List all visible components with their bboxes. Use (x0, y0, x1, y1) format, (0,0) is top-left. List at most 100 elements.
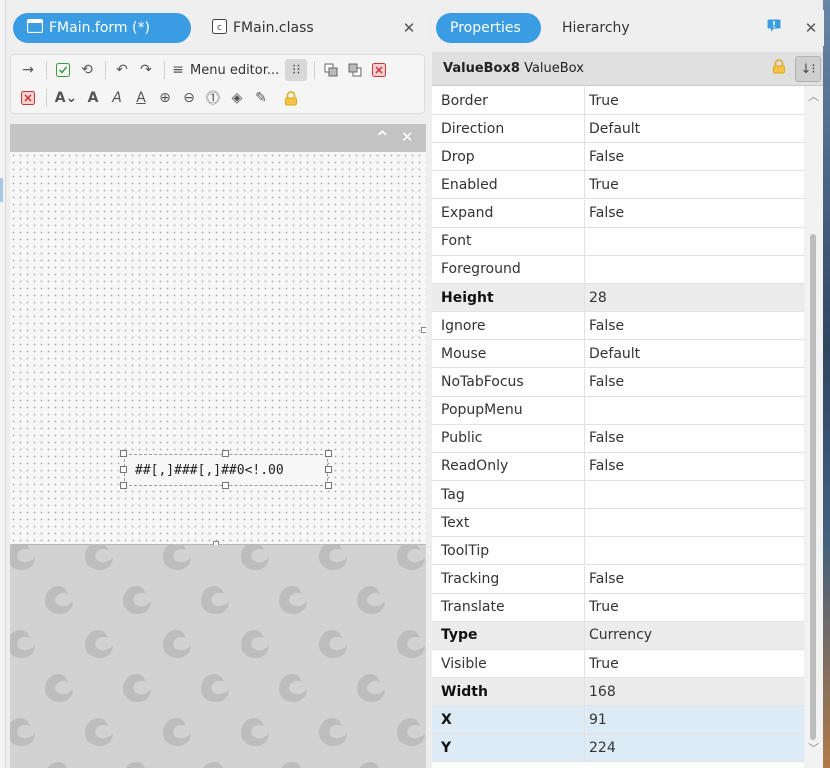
refresh-icon[interactable]: ⟲ (76, 59, 98, 81)
property-row[interactable]: NoTabFocus False (432, 368, 804, 397)
property-value[interactable]: True (585, 599, 619, 615)
tab-properties[interactable]: Properties (436, 13, 541, 43)
properties-scrollbar[interactable]: ︿ ﹀ (805, 86, 823, 768)
property-row[interactable]: Font (432, 227, 804, 256)
text-style-dropdown-icon[interactable]: A⌄ (52, 87, 80, 109)
property-row[interactable]: PopupMenu (432, 396, 804, 425)
property-row[interactable]: Type Currency (432, 621, 804, 650)
tab-hierarchy[interactable]: Hierarchy (548, 13, 648, 43)
tab-label: FMain.form (*) (49, 20, 150, 36)
form-canvas[interactable]: ##[,]###[,]##0<!.00 (10, 152, 426, 547)
form-resize-handle[interactable] (421, 327, 426, 333)
tab-fmain-form[interactable]: FMain.form (*) (13, 13, 191, 43)
gambas-logo-icon (82, 627, 116, 661)
resize-handle[interactable] (120, 450, 127, 457)
property-value[interactable]: False (585, 318, 624, 334)
menu-editor-button[interactable]: Menu editor... (190, 63, 279, 78)
close-icon[interactable]: ✕ (400, 19, 418, 37)
gambas-logo-icon (238, 715, 272, 749)
property-value[interactable]: True (585, 656, 619, 672)
property-row[interactable]: Direction Default (432, 115, 804, 144)
property-name: Y (432, 734, 585, 762)
property-row[interactable]: ReadOnly False (432, 452, 804, 481)
property-row[interactable]: Ignore False (432, 312, 804, 341)
property-value[interactable]: Default (585, 121, 640, 137)
sort-icon[interactable]: ↓⁝ (795, 56, 821, 82)
property-row[interactable]: Foreground (432, 255, 804, 284)
lock-icon[interactable] (280, 87, 302, 109)
bring-front-icon[interactable] (320, 59, 342, 81)
property-row[interactable]: Enabled True (432, 171, 804, 200)
resize-handle[interactable] (325, 482, 332, 489)
property-row[interactable]: Y 224 (432, 734, 804, 763)
property-row[interactable]: Translate True (432, 593, 804, 622)
arrow-right-icon[interactable]: → (17, 59, 39, 81)
lock-icon[interactable] (772, 59, 786, 78)
property-row[interactable]: Expand False (432, 199, 804, 228)
zoom-reset-icon[interactable]: ⓵ (202, 87, 224, 109)
property-row[interactable]: Width 168 (432, 678, 804, 707)
property-row[interactable]: Public False (432, 424, 804, 453)
property-value[interactable]: Default (585, 346, 640, 362)
resize-handle[interactable] (222, 450, 229, 457)
clear-icon[interactable] (17, 87, 39, 109)
property-value[interactable]: False (585, 571, 624, 587)
property-value[interactable]: 28 (585, 290, 607, 306)
property-row[interactable]: Mouse Default (432, 340, 804, 369)
undo-icon[interactable]: ↶ (111, 59, 133, 81)
scrollbar-thumb[interactable] (810, 234, 816, 740)
redo-icon[interactable]: ↷ (135, 59, 157, 81)
close-icon[interactable]: ✕ (802, 19, 820, 37)
delete-icon[interactable] (368, 59, 390, 81)
maximize-icon[interactable]: ^ (376, 128, 389, 146)
resize-handle[interactable] (222, 482, 229, 489)
window-edge (0, 0, 6, 768)
valuebox-text: ##[,]###[,]##0<!.00 (135, 462, 284, 478)
resize-handle[interactable] (120, 466, 127, 473)
property-value[interactable]: False (585, 430, 624, 446)
property-value[interactable]: True (585, 177, 619, 193)
zoom-out-icon[interactable]: ⊖ (178, 87, 200, 109)
underline-icon[interactable]: A (130, 87, 152, 109)
gambas-logo-icon (276, 671, 310, 705)
property-value[interactable]: False (585, 374, 624, 390)
property-row[interactable]: X 91 (432, 706, 804, 735)
scroll-up-icon[interactable]: ︿ (808, 88, 819, 104)
gambas-logo-icon (160, 715, 194, 749)
property-value[interactable]: Currency (585, 627, 652, 643)
property-value[interactable]: False (585, 458, 624, 474)
property-row[interactable]: Tracking False (432, 565, 804, 594)
class-icon: c (212, 18, 227, 38)
property-row[interactable]: Drop False (432, 143, 804, 172)
resize-handle[interactable] (120, 482, 127, 489)
resize-handle[interactable] (325, 450, 332, 457)
scroll-down-icon[interactable]: ﹀ (808, 740, 819, 756)
property-row[interactable]: Tag (432, 481, 804, 510)
property-value[interactable]: False (585, 149, 624, 165)
property-value[interactable]: True (585, 93, 619, 109)
property-row[interactable]: Visible True (432, 650, 804, 678)
bold-icon[interactable]: A (82, 87, 104, 109)
fill-color-icon[interactable]: ◈ (226, 87, 248, 109)
tab-fmain-class[interactable]: c FMain.class (198, 13, 338, 43)
italic-icon[interactable]: A (106, 87, 128, 109)
close-icon[interactable]: ✕ (401, 128, 414, 146)
property-value[interactable]: 91 (585, 712, 607, 728)
send-back-icon[interactable] (344, 59, 366, 81)
control-type: ValueBox (524, 61, 584, 76)
property-row[interactable]: Text (432, 509, 804, 538)
property-value[interactable]: 168 (585, 684, 616, 700)
property-row[interactable]: Border True (432, 87, 804, 115)
grid-icon[interactable]: ⁝⁝ (285, 59, 308, 81)
help-icon[interactable] (765, 19, 783, 36)
save-icon[interactable] (52, 59, 74, 81)
property-row[interactable]: ToolTip (432, 537, 804, 566)
gambas-logo-icon (120, 671, 154, 705)
resize-handle[interactable] (325, 466, 332, 473)
property-value[interactable]: 224 (585, 740, 616, 756)
zoom-in-icon[interactable]: ⊕ (154, 87, 176, 109)
property-row[interactable]: Height 28 (432, 284, 804, 313)
pencil-icon[interactable]: ✎ (250, 87, 272, 109)
property-value[interactable]: False (585, 205, 624, 221)
menu-icon[interactable]: ≡ (170, 59, 186, 81)
